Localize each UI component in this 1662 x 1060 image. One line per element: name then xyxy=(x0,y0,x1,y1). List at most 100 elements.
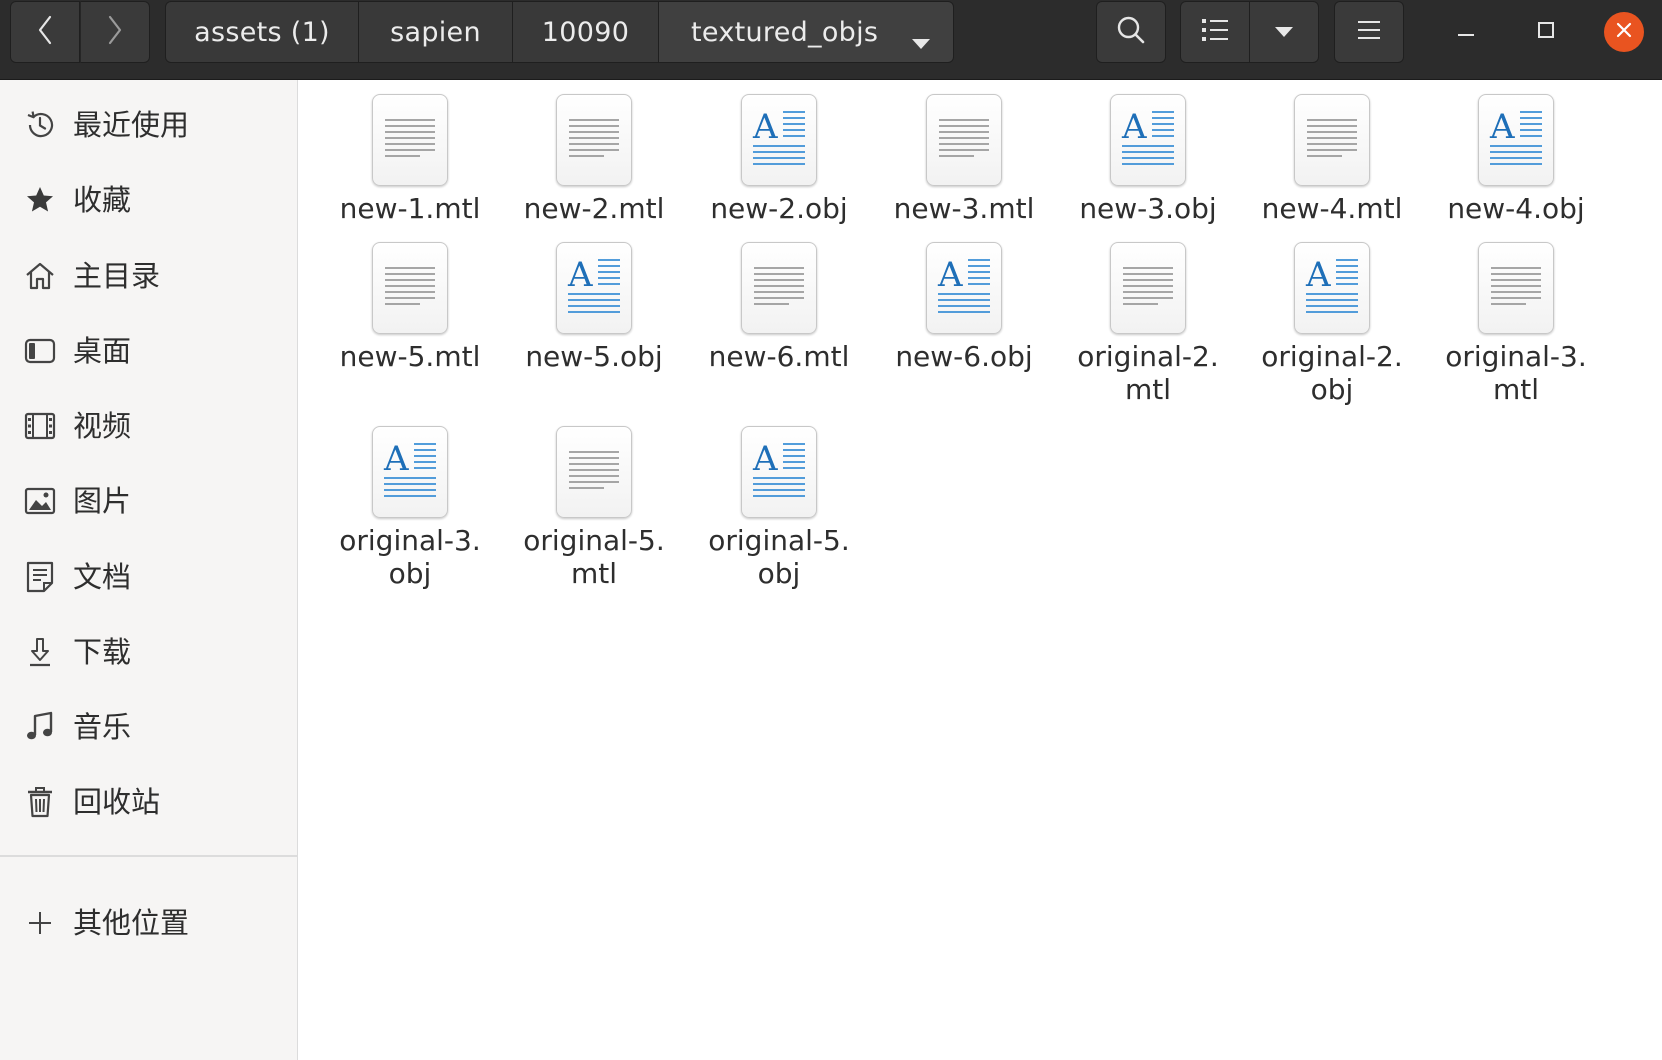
forward-button[interactable] xyxy=(80,1,150,63)
breadcrumb-current-label: textured_objs xyxy=(691,16,879,48)
close-button[interactable] xyxy=(1604,12,1644,52)
sidebar-item-recent[interactable]: 最近使用 xyxy=(0,94,297,156)
svg-text:A: A xyxy=(1121,107,1147,147)
file-item[interactable]: Aoriginal-2. obj xyxy=(1242,242,1422,406)
back-button[interactable] xyxy=(10,1,80,63)
triangle-down-icon xyxy=(1274,23,1294,42)
text-file-icon xyxy=(1478,242,1554,334)
header-bar: assets (1) sapien 10090 textured_objs xyxy=(0,0,1662,80)
file-name: new-3.mtl xyxy=(893,192,1035,225)
file-item[interactable]: Aoriginal-5. obj xyxy=(689,426,869,590)
breadcrumb-10090[interactable]: 10090 xyxy=(512,1,659,63)
file-item[interactable]: new-5.mtl xyxy=(320,242,500,373)
file-item[interactable]: new-3.mtl xyxy=(874,94,1054,225)
desktop-icon xyxy=(24,335,56,367)
file-name: original-5. obj xyxy=(708,524,850,590)
file-name: new-3.obj xyxy=(1079,192,1217,225)
main-menu-button[interactable] xyxy=(1334,1,1404,63)
file-name: original-2. mtl xyxy=(1077,340,1219,406)
file-item[interactable]: original-2. mtl xyxy=(1058,242,1238,406)
file-item[interactable]: Anew-3.obj xyxy=(1058,94,1238,225)
text-file-icon xyxy=(926,94,1002,186)
plus-icon xyxy=(24,907,56,939)
sidebar-item-label: 收藏 xyxy=(73,183,132,217)
document-file-icon: A xyxy=(556,242,632,334)
sidebar-item-videos[interactable]: 视频 xyxy=(0,395,297,457)
file-name: new-6.mtl xyxy=(708,340,850,373)
sidebar-item-pictures[interactable]: 图片 xyxy=(0,470,297,532)
svg-text:A: A xyxy=(937,255,963,295)
chevron-left-icon xyxy=(36,15,54,49)
sidebar-item-label: 视频 xyxy=(73,409,132,443)
close-icon xyxy=(1614,20,1634,44)
document-file-icon: A xyxy=(741,426,817,518)
sidebar-item-documents[interactable]: 文档 xyxy=(0,546,297,608)
breadcrumb-assets[interactable]: assets (1) xyxy=(165,1,359,63)
file-item[interactable]: Anew-2.obj xyxy=(689,94,869,225)
sidebar-item-label: 音乐 xyxy=(73,710,132,744)
sidebar-item-downloads[interactable]: 下载 xyxy=(0,621,297,683)
film-icon xyxy=(24,410,56,442)
sidebar-item-music[interactable]: 音乐 xyxy=(0,696,297,758)
sidebar-item-trash[interactable]: 回收站 xyxy=(0,771,297,833)
places-sidebar: 最近使用 收藏 主目录 桌面 视频 图片 文档 下载 音乐 回收站 其他位置 xyxy=(0,80,298,1060)
text-file-icon xyxy=(1294,94,1370,186)
document-file-icon: A xyxy=(741,94,817,186)
document-file-icon: A xyxy=(1110,94,1186,186)
triangle-down-icon[interactable] xyxy=(911,26,931,57)
search-button[interactable] xyxy=(1096,1,1166,63)
breadcrumb-sapien[interactable]: sapien xyxy=(358,1,513,63)
view-options-button[interactable] xyxy=(1249,1,1319,63)
file-name: new-2.obj xyxy=(710,192,848,225)
breadcrumb-textured-objs[interactable]: textured_objs xyxy=(658,1,954,63)
file-name: new-6.obj xyxy=(895,340,1033,373)
file-item[interactable]: new-4.mtl xyxy=(1242,94,1422,225)
file-item[interactable]: original-3. mtl xyxy=(1426,242,1606,406)
chevron-right-icon xyxy=(106,15,124,49)
star-icon xyxy=(24,184,56,216)
text-file-icon xyxy=(556,426,632,518)
svg-text:A: A xyxy=(567,255,593,295)
document-file-icon: A xyxy=(1294,242,1370,334)
text-file-icon xyxy=(372,94,448,186)
text-file-icon xyxy=(556,94,632,186)
sidebar-item-desktop[interactable]: 桌面 xyxy=(0,320,297,382)
file-item[interactable]: Anew-6.obj xyxy=(874,242,1054,373)
svg-text:A: A xyxy=(1305,255,1331,295)
file-name: new-4.obj xyxy=(1447,192,1585,225)
file-name: original-3. obj xyxy=(339,524,481,590)
sidebar-item-home[interactable]: 主目录 xyxy=(0,245,297,307)
sidebar-item-label: 其他位置 xyxy=(73,906,190,940)
music-note-icon xyxy=(24,711,56,743)
text-file-icon xyxy=(1110,242,1186,334)
svg-text:A: A xyxy=(752,107,778,147)
minimize-button[interactable] xyxy=(1446,12,1486,52)
file-item[interactable]: new-2.mtl xyxy=(504,94,684,225)
file-item[interactable]: Anew-5.obj xyxy=(504,242,684,373)
list-view-button[interactable] xyxy=(1180,1,1250,63)
sidebar-item-label: 下载 xyxy=(73,635,132,669)
sidebar-item-label: 图片 xyxy=(73,484,132,518)
file-item[interactable]: Aoriginal-3. obj xyxy=(320,426,500,590)
file-item[interactable]: original-5. mtl xyxy=(504,426,684,590)
file-item[interactable]: new-6.mtl xyxy=(689,242,869,373)
file-name: new-4.mtl xyxy=(1261,192,1403,225)
search-icon xyxy=(1116,15,1146,49)
maximize-icon xyxy=(1536,20,1556,44)
sidebar-item-label: 桌面 xyxy=(73,334,132,368)
file-name: new-2.mtl xyxy=(523,192,665,225)
sidebar-item-label: 最近使用 xyxy=(73,108,190,142)
document-file-icon: A xyxy=(372,426,448,518)
maximize-button[interactable] xyxy=(1526,12,1566,52)
file-item[interactable]: new-1.mtl xyxy=(320,94,500,225)
sidebar-item-other-locations[interactable]: 其他位置 xyxy=(0,892,297,954)
file-grid: new-1.mtl new-2.mtl Anew-2.obj new-3.mtl Ane… xyxy=(298,80,1662,1060)
sidebar-item-label: 主目录 xyxy=(73,259,161,293)
file-item[interactable]: Anew-4.obj xyxy=(1426,94,1606,225)
sidebar-item-label: 文档 xyxy=(73,560,132,594)
sidebar-item-starred[interactable]: 收藏 xyxy=(0,169,297,231)
text-file-icon xyxy=(741,242,817,334)
image-icon xyxy=(24,485,56,517)
list-view-icon xyxy=(1201,17,1229,47)
document-file-icon: A xyxy=(926,242,1002,334)
